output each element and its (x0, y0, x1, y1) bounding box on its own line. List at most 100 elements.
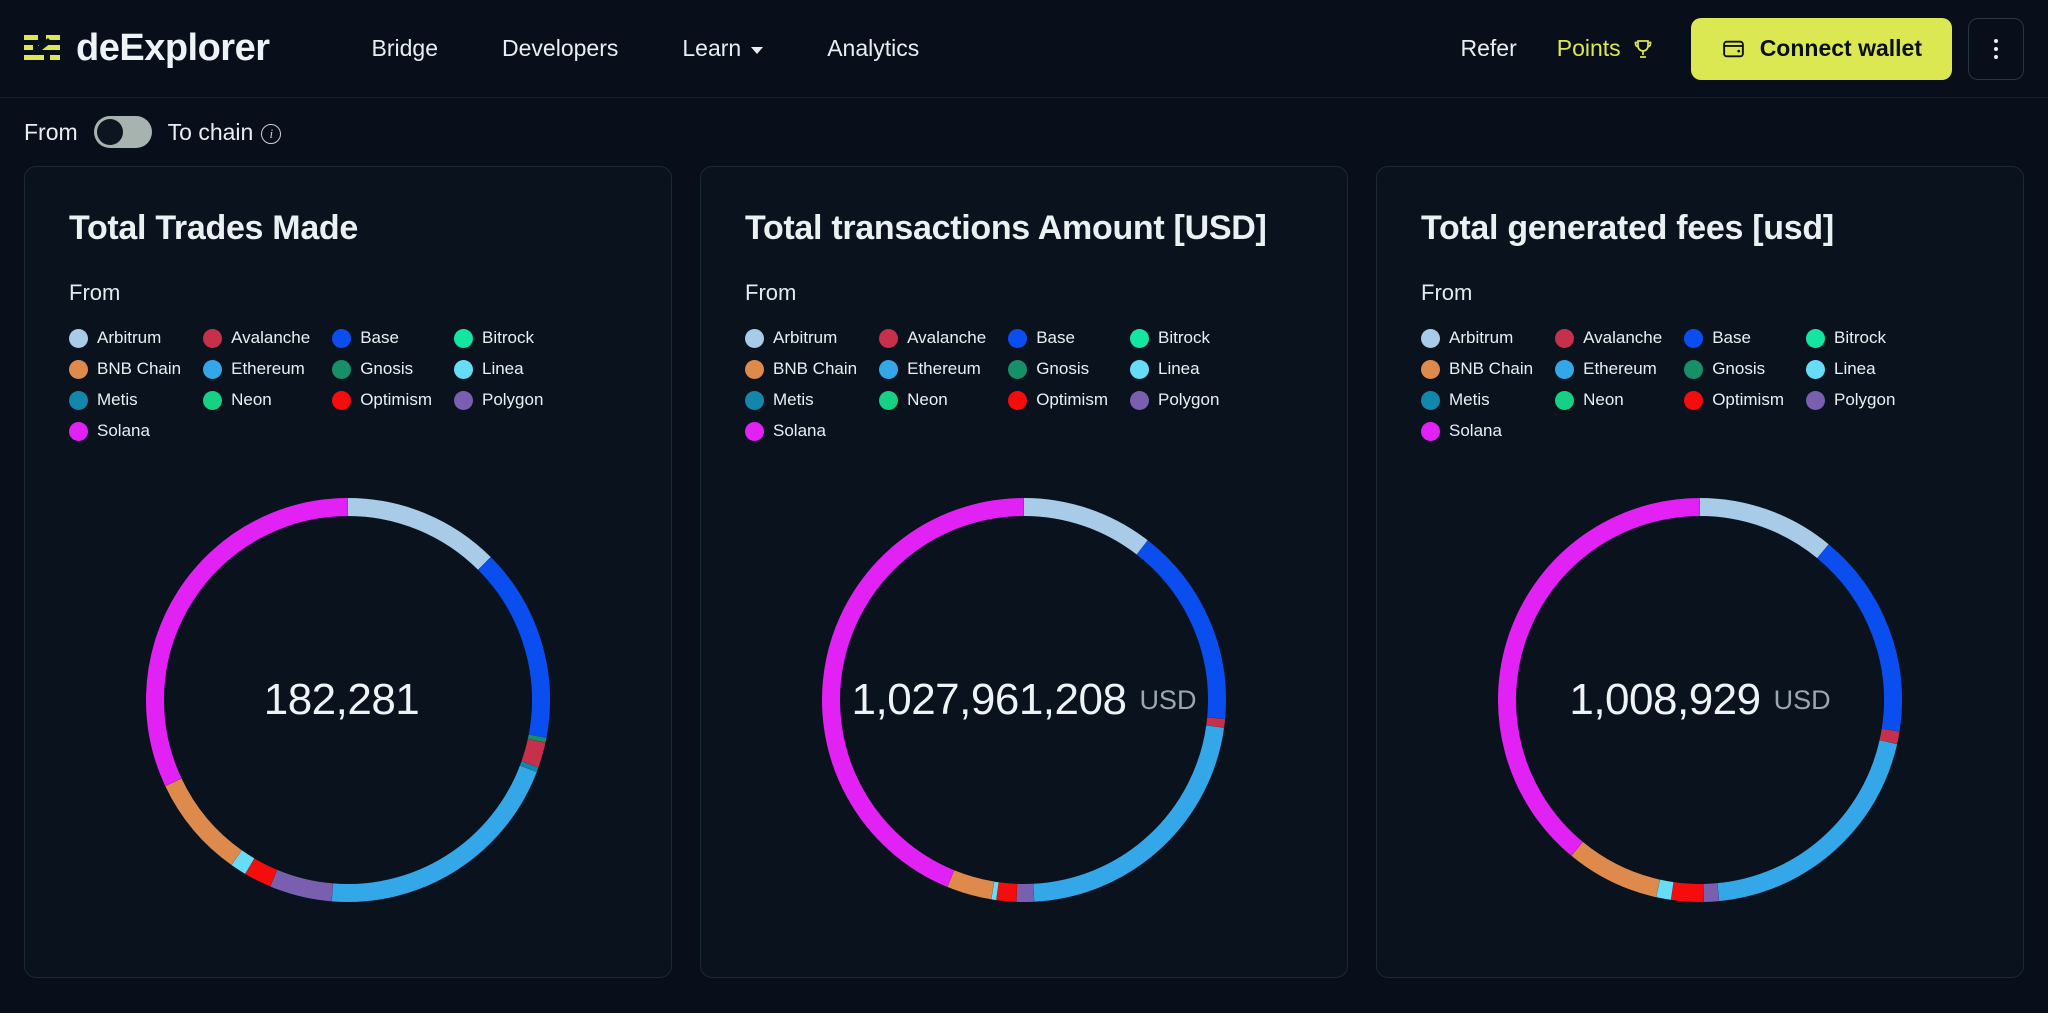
legend-color-dot (454, 329, 473, 348)
donut-segment[interactable] (831, 507, 1024, 879)
legend-color-dot (1555, 391, 1574, 410)
brand-logo[interactable]: deExplorer (24, 27, 270, 70)
legend-item[interactable]: Gnosis (332, 359, 454, 379)
nav-item-learn[interactable]: Learn (650, 25, 795, 72)
donut-segment[interactable] (537, 736, 538, 741)
legend-item[interactable]: Base (1008, 328, 1130, 348)
donut-segment[interactable] (993, 890, 998, 891)
donut-segment[interactable] (1718, 742, 1888, 892)
nav-item-bridge[interactable]: Bridge (340, 25, 470, 72)
legend-item[interactable]: Ethereum (203, 359, 332, 379)
legend-item[interactable]: Polygon (454, 390, 565, 410)
donut-chart[interactable] (809, 485, 1239, 915)
donut-segment[interactable] (348, 507, 484, 563)
donut-segment[interactable] (1215, 718, 1216, 726)
legend-item[interactable]: Ethereum (1555, 359, 1684, 379)
legend-item[interactable]: Arbitrum (1421, 328, 1555, 348)
legend-item[interactable]: Metis (745, 390, 879, 410)
donut-segment[interactable] (1888, 730, 1890, 742)
legend-item[interactable]: Neon (1555, 390, 1684, 410)
donut-segment[interactable] (332, 769, 528, 893)
donut-segment[interactable] (1704, 892, 1718, 893)
legend-item[interactable]: Bitrock (1130, 328, 1241, 348)
legend-item[interactable]: Optimism (1684, 390, 1806, 410)
legend-item[interactable]: Polygon (1806, 390, 1917, 410)
donut-segment[interactable] (155, 507, 348, 782)
legend-color-dot (454, 360, 473, 379)
more-options-button[interactable] (1968, 18, 2024, 80)
donut-segment[interactable] (173, 782, 236, 857)
donut-segment[interactable] (530, 741, 537, 764)
legend-item[interactable]: BNB Chain (69, 359, 203, 379)
legend-item[interactable]: Linea (1806, 359, 1917, 379)
donut-segment[interactable] (951, 879, 993, 891)
donut-segment[interactable] (250, 866, 274, 878)
toggle-knob (97, 119, 123, 145)
legend-label: Solana (97, 421, 150, 441)
points-link[interactable]: Points (1543, 25, 1669, 72)
legend-item[interactable]: Bitrock (454, 328, 565, 348)
donut-segment[interactable] (1700, 507, 1823, 551)
nav-item-analytics[interactable]: Analytics (795, 25, 951, 72)
legend-item[interactable]: Gnosis (1008, 359, 1130, 379)
legend-item[interactable]: Optimism (332, 390, 454, 410)
legend-item[interactable]: Solana (1421, 421, 1555, 441)
donut-segment[interactable] (1672, 891, 1703, 893)
legend-item[interactable]: Arbitrum (745, 328, 879, 348)
legend-item[interactable]: Optimism (1008, 390, 1130, 410)
legend-item[interactable]: Base (1684, 328, 1806, 348)
legend-label: Ethereum (231, 359, 305, 379)
donut-segment[interactable] (998, 891, 1017, 893)
legend-item[interactable]: Metis (69, 390, 203, 410)
donut-segment[interactable] (528, 764, 530, 768)
legend-item[interactable]: BNB Chain (1421, 359, 1555, 379)
legend-item[interactable]: Linea (1130, 359, 1241, 379)
legend-item[interactable]: Avalanche (203, 328, 332, 348)
donut-segment[interactable] (1658, 888, 1672, 891)
legend-item[interactable]: Neon (203, 390, 332, 410)
legend-item[interactable]: Solana (745, 421, 879, 441)
legend-label: Polygon (482, 390, 543, 410)
legend-item[interactable]: Neon (879, 390, 1008, 410)
legend-item[interactable]: Ethereum (879, 359, 1008, 379)
donut-segment[interactable] (1024, 507, 1142, 547)
from-to-chain-toggle[interactable] (94, 116, 152, 148)
legend-color-dot (1684, 391, 1703, 410)
donut-segment[interactable] (274, 878, 333, 892)
donut-segment[interactable] (1142, 548, 1217, 719)
nav-label-analytics: Analytics (827, 35, 919, 62)
legend-label: Bitrock (1834, 328, 1886, 348)
legend-color-dot (1130, 360, 1149, 379)
donut-segment[interactable] (1577, 849, 1658, 889)
legend-color-dot (1008, 360, 1027, 379)
donut-chart[interactable] (133, 485, 563, 915)
legend-color-dot (1806, 329, 1825, 348)
legend-item[interactable]: Metis (1421, 390, 1555, 410)
donut-segment[interactable] (1823, 551, 1893, 730)
donut-segment[interactable] (1507, 507, 1700, 849)
donut-segment[interactable] (484, 564, 541, 736)
legend-color-dot (879, 329, 898, 348)
legend-item[interactable]: Gnosis (1684, 359, 1806, 379)
legend-item[interactable]: Solana (69, 421, 203, 441)
info-icon[interactable]: i (261, 124, 281, 144)
legend-item[interactable]: BNB Chain (745, 359, 879, 379)
legend-item[interactable]: Avalanche (1555, 328, 1684, 348)
card-title: Total generated fees [usd] (1421, 209, 1979, 248)
nav-item-developers[interactable]: Developers (470, 25, 650, 72)
legend-item[interactable]: Linea (454, 359, 565, 379)
chain-legend: ArbitrumAvalancheBaseBitrock BNB Chain Eth… (69, 328, 627, 441)
legend-item[interactable]: Base (332, 328, 454, 348)
legend-item[interactable]: Avalanche (879, 328, 1008, 348)
legend-item[interactable]: Polygon (1130, 390, 1241, 410)
legend-color-dot (745, 391, 764, 410)
legend-item[interactable]: Arbitrum (69, 328, 203, 348)
donut-segment[interactable] (1034, 727, 1215, 893)
legend-color-dot (203, 329, 222, 348)
refer-link[interactable]: Refer (1435, 25, 1543, 72)
donut-segment[interactable] (237, 858, 250, 866)
legend-label: Solana (773, 421, 826, 441)
legend-item[interactable]: Bitrock (1806, 328, 1917, 348)
connect-wallet-button[interactable]: Connect wallet (1691, 18, 1952, 80)
donut-chart[interactable] (1485, 485, 1915, 915)
